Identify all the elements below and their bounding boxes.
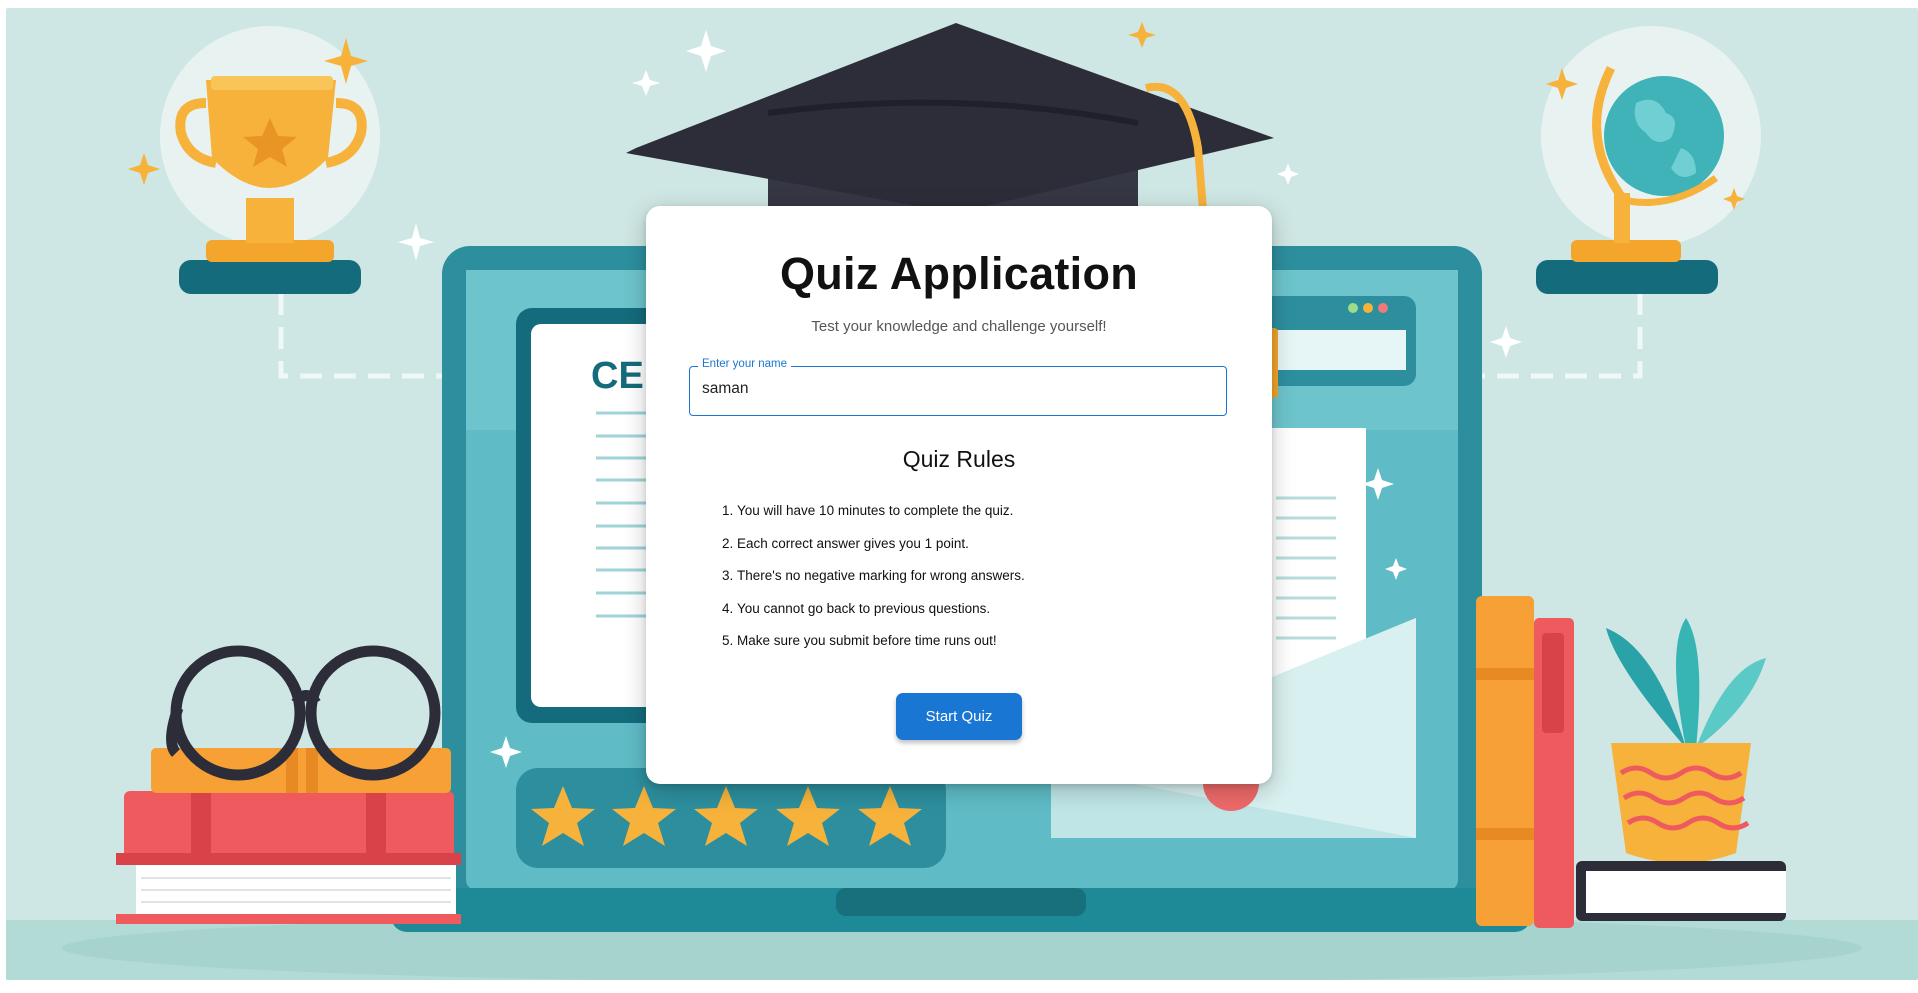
start-quiz-button[interactable]: Start Quiz: [896, 693, 1022, 740]
plant-icon: [1576, 618, 1786, 921]
rule-item: You will have 10 minutes to complete the…: [737, 502, 1025, 535]
globe-icon: [1536, 26, 1761, 294]
quiz-start-card: Quiz Application Test your knowledge and…: [646, 206, 1272, 784]
name-field: Enter your name: [689, 358, 1227, 416]
name-input[interactable]: [702, 380, 1202, 398]
page-title: Quiz Application: [779, 248, 1139, 299]
rules-heading: Quiz Rules: [902, 446, 1016, 472]
name-field-label: Enter your name: [698, 358, 792, 370]
rule-item: Each correct answer gives you 1 point.: [737, 535, 1025, 568]
rule-item: You cannot go back to previous questions…: [737, 600, 1025, 633]
certificate-text: CE: [591, 355, 644, 397]
rule-item: There's no negative marking for wrong an…: [737, 567, 1025, 600]
rule-item: Make sure you submit before time runs ou…: [737, 632, 1025, 665]
page-subtitle: Test your knowledge and challenge yourse…: [811, 318, 1107, 335]
rules-list: You will have 10 minutes to complete the…: [717, 502, 1025, 665]
